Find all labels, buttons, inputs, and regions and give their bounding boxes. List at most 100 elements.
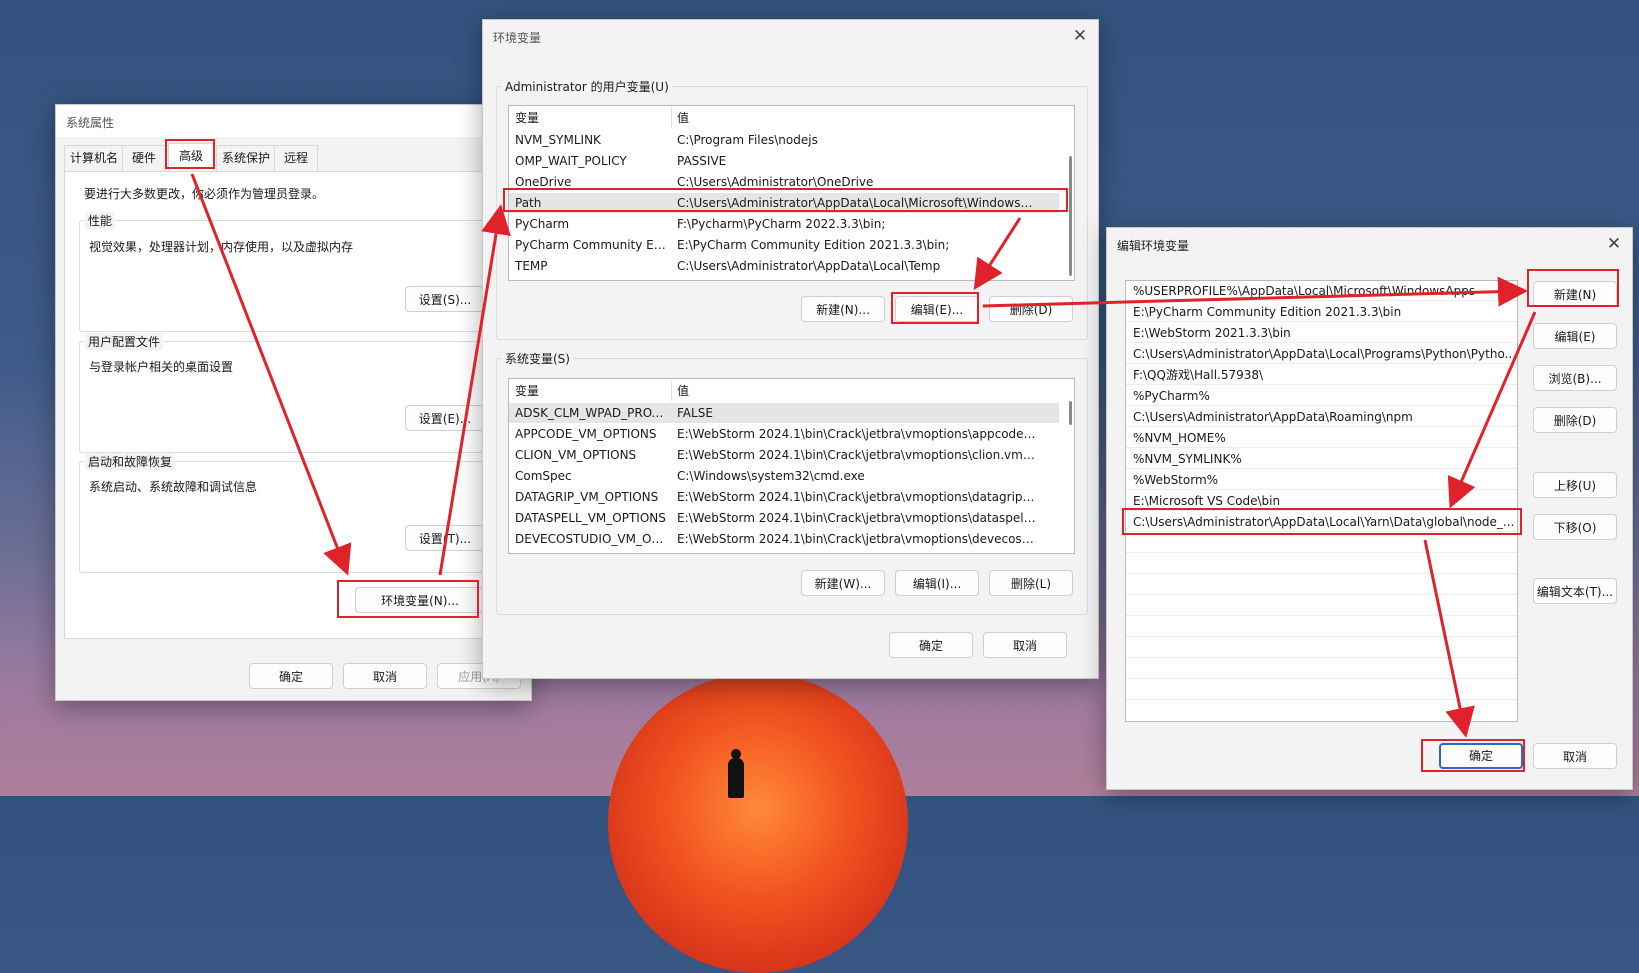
user-profile-settings-button[interactable]: 设置(E)...	[405, 405, 485, 431]
user-delete-button[interactable]: 删除(D)	[989, 296, 1073, 322]
empty-row[interactable]	[1126, 596, 1517, 616]
user-new-button[interactable]: 新建(N)...	[801, 296, 885, 322]
ok-button[interactable]: 确定	[889, 632, 973, 658]
cell-variable: DATAGRIP_VM_OPTIONS	[515, 490, 659, 504]
list-item[interactable]: E:\WebStorm 2021.3.3\bin	[1126, 323, 1517, 343]
system-new-button[interactable]: 新建(W)...	[801, 570, 885, 596]
cell-variable: ComSpec	[515, 469, 572, 483]
table-row[interactable]: ComSpec C:\Windows\system32\cmd.exe	[509, 466, 1059, 486]
empty-row[interactable]	[1126, 554, 1517, 574]
table-row[interactable]: PyCharm F:\Pycharm\PyCharm 2022.3.3\bin;	[509, 214, 1059, 234]
list-item[interactable]: %NVM_HOME%	[1126, 428, 1517, 448]
tab-hardware[interactable]: 硬件	[122, 145, 166, 171]
empty-row[interactable]	[1126, 533, 1517, 553]
performance-settings-button[interactable]: 设置(S)...	[405, 286, 485, 312]
system-variables-table[interactable]: 变量 值 ADSK_CLM_WPAD_PROXY... FALSE APPCOD…	[508, 378, 1075, 554]
empty-row[interactable]	[1126, 638, 1517, 658]
table-row[interactable]: PyCharm Community Editi... E:\PyCharm Co…	[509, 235, 1059, 255]
vertical-scrollbar[interactable]	[1069, 401, 1072, 425]
ok-button[interactable]: 确定	[249, 663, 333, 689]
list-item[interactable]: %PyCharm%	[1126, 386, 1517, 406]
performance-group	[79, 220, 489, 332]
column-header-value[interactable]: 值	[677, 108, 1037, 128]
cell-value: FALSE	[677, 406, 713, 420]
delete-entry-button[interactable]: 删除(D)	[1533, 407, 1617, 433]
list-item[interactable]: F:\QQ游戏\Hall.57938\	[1126, 365, 1517, 385]
cell-variable: APPCODE_VM_OPTIONS	[515, 427, 657, 441]
tab-remote[interactable]: 远程	[274, 145, 318, 171]
list-item[interactable]: C:\Users\Administrator\AppData\Local\Pro…	[1126, 344, 1517, 364]
user-variables-label: Administrator 的用户变量(U)	[502, 78, 672, 95]
column-header-variable[interactable]: 变量	[515, 381, 667, 401]
table-row[interactable]: ADSK_CLM_WPAD_PROXY... FALSE	[509, 403, 1059, 423]
cancel-button[interactable]: 取消	[343, 663, 427, 689]
highlight-advanced-tab	[165, 139, 215, 169]
window-title: 环境变量	[493, 31, 542, 45]
table-row[interactable]: TEMP C:\Users\Administrator\AppData\Loca…	[509, 256, 1059, 276]
close-icon[interactable]: ✕	[1070, 26, 1090, 46]
cancel-button[interactable]: 取消	[983, 632, 1067, 658]
cell-variable: PyCharm Community Editi...	[515, 238, 667, 252]
table-row[interactable]: APPCODE_VM_OPTIONS E:\WebStorm 2024.1\bi…	[509, 424, 1059, 444]
cell-variable: DEVECOSTUDIO_VM_OPT...	[515, 532, 667, 546]
sunset-sun	[608, 673, 908, 973]
list-item[interactable]: C:\Users\Administrator\AppData\Roaming\n…	[1126, 407, 1517, 427]
cell-variable: NVM_SYMLINK	[515, 133, 601, 147]
environment-variables-window: 环境变量 ✕ Administrator 的用户变量(U) 变量 值 NVM_S…	[482, 19, 1099, 679]
person-silhouette	[728, 749, 744, 798]
cell-value: C:\Users\Administrator\AppData\Local\Tem…	[677, 259, 941, 273]
table-row[interactable]: CLION_VM_OPTIONS E:\WebStorm 2024.1\bin\…	[509, 445, 1059, 465]
list-item[interactable]: %WebStorm%	[1126, 470, 1517, 490]
vertical-scrollbar[interactable]	[1069, 156, 1072, 276]
edit-text-button[interactable]: 编辑文本(T)...	[1533, 578, 1617, 604]
tab-computer-name[interactable]: 计算机名	[64, 145, 124, 171]
list-item[interactable]: %USERPROFILE%\AppData\Local\Microsoft\Wi…	[1126, 281, 1517, 301]
highlight-edit-button	[891, 292, 979, 324]
cell-value: E:\WebStorm 2024.1\bin\Crack\jetbra\vmop…	[677, 448, 1037, 462]
user-profile-label: 用户配置文件	[85, 333, 164, 350]
system-properties-titlebar: 系统属性	[56, 105, 531, 137]
cell-value: E:\PyCharm Community Edition 2021.3.3\bi…	[677, 238, 950, 252]
advanced-panel: 要进行大多数更改，你必须作为管理员登录。 性能 视觉效果，处理器计划，内存使用，…	[64, 171, 504, 639]
browse-button[interactable]: 浏览(B)...	[1533, 365, 1617, 391]
table-row[interactable]: DATAGRIP_VM_OPTIONS E:\WebStorm 2024.1\b…	[509, 487, 1059, 507]
cell-value: PASSIVE	[677, 154, 727, 168]
cell-value: F:\Pycharm\PyCharm 2022.3.3\bin;	[677, 217, 886, 231]
empty-row[interactable]	[1126, 659, 1517, 679]
empty-row[interactable]	[1126, 680, 1517, 700]
highlight-new-button	[1527, 269, 1619, 307]
list-item[interactable]: E:\PyCharm Community Edition 2021.3.3\bi…	[1126, 302, 1517, 322]
cancel-button[interactable]: 取消	[1533, 743, 1617, 769]
table-header: 变量 值	[509, 108, 1059, 128]
cell-value: E:\WebStorm 2024.1\bin\Crack\jetbra\vmop…	[677, 532, 1037, 546]
move-down-button[interactable]: 下移(O)	[1533, 514, 1617, 540]
cell-variable: OMP_WAIT_POLICY	[515, 154, 627, 168]
column-header-value[interactable]: 值	[677, 381, 1037, 401]
column-header-variable[interactable]: 变量	[515, 108, 667, 128]
window-title: 编辑环境变量	[1117, 239, 1190, 253]
list-item[interactable]: %NVM_SYMLINK%	[1126, 449, 1517, 469]
edit-entry-button[interactable]: 编辑(E)	[1533, 323, 1617, 349]
performance-desc: 视觉效果，处理器计划，内存使用，以及虚拟内存	[89, 240, 354, 254]
admin-note: 要进行大多数更改，你必须作为管理员登录。	[84, 187, 325, 201]
startup-recovery-settings-button[interactable]: 设置(T)...	[405, 525, 485, 551]
system-delete-button[interactable]: 删除(L)	[989, 570, 1073, 596]
empty-row[interactable]	[1126, 617, 1517, 637]
table-row[interactable]: OMP_WAIT_POLICY PASSIVE	[509, 151, 1059, 171]
cell-variable: CLION_VM_OPTIONS	[515, 448, 637, 462]
table-row[interactable]: DEVECOSTUDIO_VM_OPT... E:\WebStorm 2024.…	[509, 529, 1059, 549]
close-icon[interactable]: ✕	[1604, 234, 1624, 254]
table-header: 变量 值	[509, 381, 1059, 401]
table-row[interactable]: DATASPELL_VM_OPTIONS E:\WebStorm 2024.1\…	[509, 508, 1059, 528]
highlight-ok-button	[1421, 739, 1525, 772]
path-entries-list[interactable]: %USERPROFILE%\AppData\Local\Microsoft\Wi…	[1125, 280, 1518, 722]
startup-recovery-desc: 系统启动、系统故障和调试信息	[89, 480, 258, 494]
system-edit-button[interactable]: 编辑(I)...	[895, 570, 979, 596]
highlight-env-vars-button	[337, 580, 479, 618]
startup-recovery-label: 启动和故障恢复	[85, 453, 176, 470]
table-row[interactable]: NVM_SYMLINK C:\Program Files\nodejs	[509, 130, 1059, 150]
tab-system-protection[interactable]: 系统保护	[216, 145, 276, 171]
cell-variable: TEMP	[515, 259, 548, 273]
move-up-button[interactable]: 上移(U)	[1533, 472, 1617, 498]
empty-row[interactable]	[1126, 575, 1517, 595]
